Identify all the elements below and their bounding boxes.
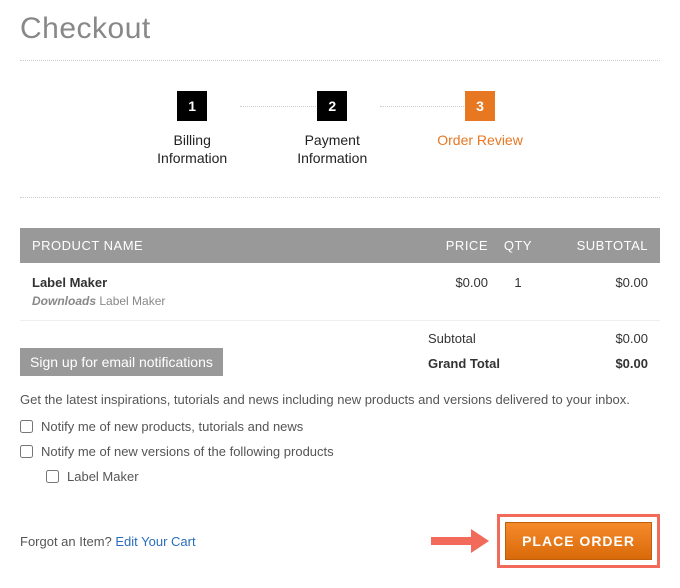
step-label: Payment Information <box>297 131 367 167</box>
notify-product-item-label: Label Maker <box>67 469 139 484</box>
notify-products-label: Notify me of new products, tutorials and… <box>41 419 303 434</box>
header-subtotal: SUBTOTAL <box>548 238 648 253</box>
arrow-right-icon <box>431 529 489 553</box>
notify-products-checkbox-row[interactable]: Notify me of new products, tutorials and… <box>20 419 660 434</box>
order-table: PRODUCT NAME PRICE QTY SUBTOTAL Label Ma… <box>20 228 660 321</box>
subtotal-label: Subtotal <box>428 331 548 346</box>
row-subtotal: $0.00 <box>548 275 648 308</box>
divider-steps <box>20 197 660 198</box>
forgot-item: Forgot an Item? Edit Your Cart <box>20 534 196 549</box>
edit-cart-link[interactable]: Edit Your Cart <box>115 534 195 549</box>
product-subtitle: Downloads Label Maker <box>32 294 408 308</box>
footer-row: Forgot an Item? Edit Your Cart PLACE ORD… <box>20 514 660 588</box>
step-order-review[interactable]: 3 Order Review <box>437 91 523 167</box>
header-product-name: PRODUCT NAME <box>32 238 408 253</box>
row-qty: 1 <box>488 275 548 308</box>
notify-product-item-row[interactable]: Label Maker <box>46 469 660 484</box>
checkout-steps: 1 Billing Information 2 Payment Informat… <box>20 61 660 197</box>
row-price: $0.00 <box>408 275 488 308</box>
step-number-badge: 1 <box>177 91 207 121</box>
table-header: PRODUCT NAME PRICE QTY SUBTOTAL <box>20 228 660 263</box>
step-number-badge: 3 <box>465 91 495 121</box>
signup-description: Get the latest inspirations, tutorials a… <box>20 392 660 407</box>
notify-versions-checkbox[interactable] <box>20 445 33 458</box>
header-qty: QTY <box>488 238 548 253</box>
subtotal-value: $0.00 <box>548 331 648 346</box>
notify-versions-label: Notify me of new versions of the followi… <box>41 444 334 459</box>
product-title: Label Maker <box>32 275 408 290</box>
notify-product-item-checkbox[interactable] <box>46 470 59 483</box>
notify-products-checkbox[interactable] <box>20 420 33 433</box>
signup-section: Get the latest inspirations, tutorials a… <box>20 392 660 484</box>
step-label: Billing Information <box>157 131 227 167</box>
table-row: Label Maker Downloads Label Maker $0.00 … <box>20 263 660 321</box>
place-order-highlight: PLACE ORDER <box>497 514 660 568</box>
step-label: Order Review <box>437 131 523 149</box>
grand-total-value: $0.00 <box>548 356 648 371</box>
grand-total-label: Grand Total <box>428 356 548 371</box>
notify-versions-checkbox-row[interactable]: Notify me of new versions of the followi… <box>20 444 660 459</box>
totals: Subtotal $0.00 Sign up for email notific… <box>20 327 660 376</box>
place-order-button[interactable]: PLACE ORDER <box>505 522 652 560</box>
step-number-badge: 2 <box>317 91 347 121</box>
signup-banner: Sign up for email notifications <box>20 348 223 376</box>
page-title: Checkout <box>20 0 660 60</box>
header-price: PRICE <box>408 238 488 253</box>
step-billing[interactable]: 1 Billing Information <box>157 91 227 167</box>
step-payment[interactable]: 2 Payment Information <box>297 91 367 167</box>
